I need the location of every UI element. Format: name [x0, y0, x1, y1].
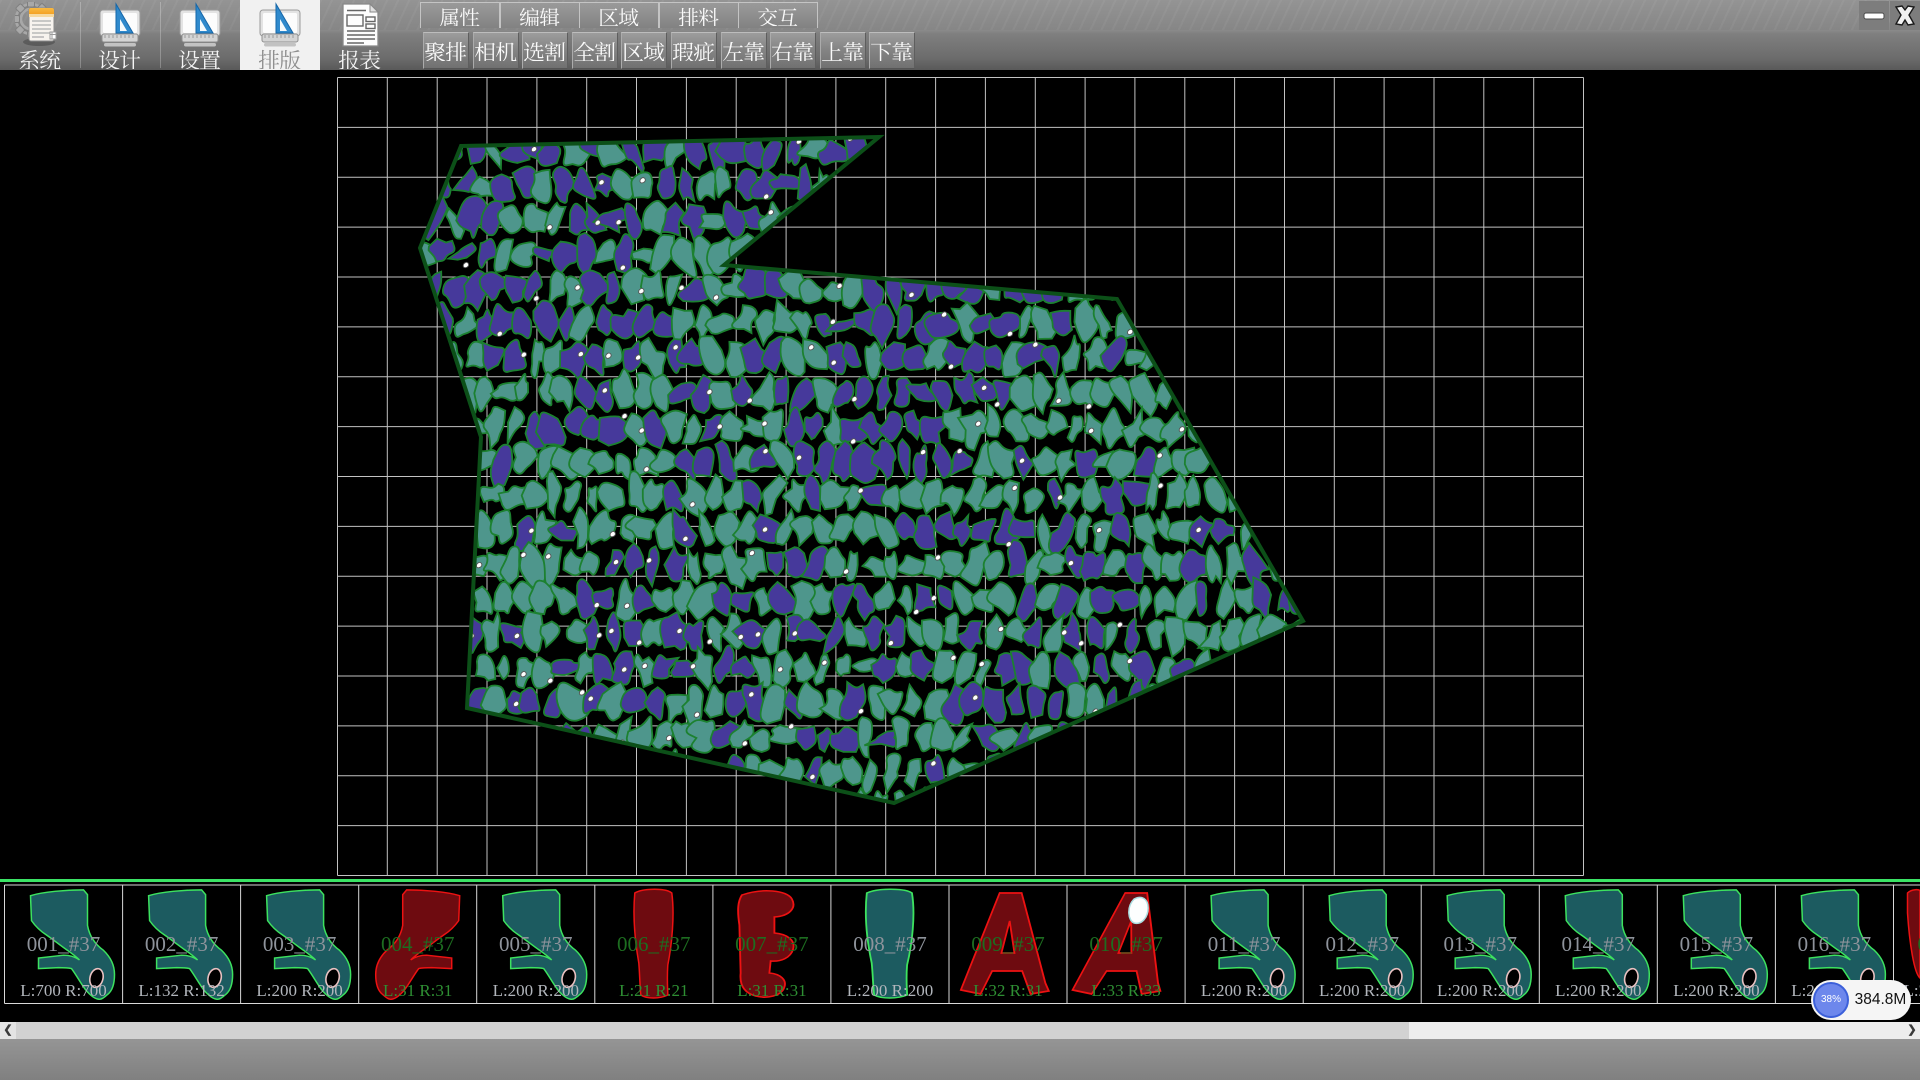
svg-text:016_#37: 016_#37 [1798, 932, 1872, 956]
svg-text:005_#37: 005_#37 [499, 932, 573, 956]
svg-text:L:132 R:132: L:132 R:132 [138, 981, 224, 1000]
svg-text:009_#37: 009_#37 [971, 932, 1045, 956]
svg-text:L:32 R:31: L:32 R:31 [973, 981, 1042, 1000]
svg-text:L:31 R:31: L:31 R:31 [737, 981, 806, 1000]
svg-text:L:200 R:200: L:200 R:200 [1673, 981, 1759, 1000]
svg-text:L:21 R:21: L:21 R:21 [619, 981, 688, 1000]
svg-text:L:200 R:200: L:200 R:200 [1319, 981, 1405, 1000]
svg-text:L:700 R:700: L:700 R:700 [20, 981, 106, 1000]
svg-text:002_#37: 002_#37 [145, 932, 219, 956]
svg-text:L:200 R:200: L:200 R:200 [493, 981, 579, 1000]
svg-text:L:31 R:31: L:31 R:31 [383, 981, 452, 1000]
svg-text:011_#37: 011_#37 [1208, 932, 1281, 956]
svg-text:L:200 R:200: L:200 R:200 [1201, 981, 1287, 1000]
svg-text:L:33 R:33: L:33 R:33 [1091, 981, 1160, 1000]
svg-text:003_#37: 003_#37 [263, 932, 337, 956]
svg-text:008_#37: 008_#37 [853, 932, 927, 956]
svg-text:L:200 R:200: L:200 R:200 [1437, 981, 1523, 1000]
svg-text:014_#37: 014_#37 [1562, 932, 1636, 956]
svg-text:006_#37: 006_#37 [617, 932, 691, 956]
svg-text:001_#37: 001_#37 [27, 932, 101, 956]
svg-text:015_#37: 015_#37 [1680, 932, 1754, 956]
svg-text:004_#37: 004_#37 [381, 932, 455, 956]
svg-text:L:200 R:200: L:200 R:200 [847, 981, 933, 1000]
svg-text:010_#37: 010_#37 [1089, 932, 1163, 956]
svg-text:013_#37: 013_#37 [1443, 932, 1517, 956]
svg-text:012_#37: 012_#37 [1325, 932, 1399, 956]
svg-text:007_#37: 007_#37 [735, 932, 809, 956]
svg-text:L:200 R:200: L:200 R:200 [256, 981, 342, 1000]
svg-text:L:200 R:200: L:200 R:200 [1555, 981, 1641, 1000]
